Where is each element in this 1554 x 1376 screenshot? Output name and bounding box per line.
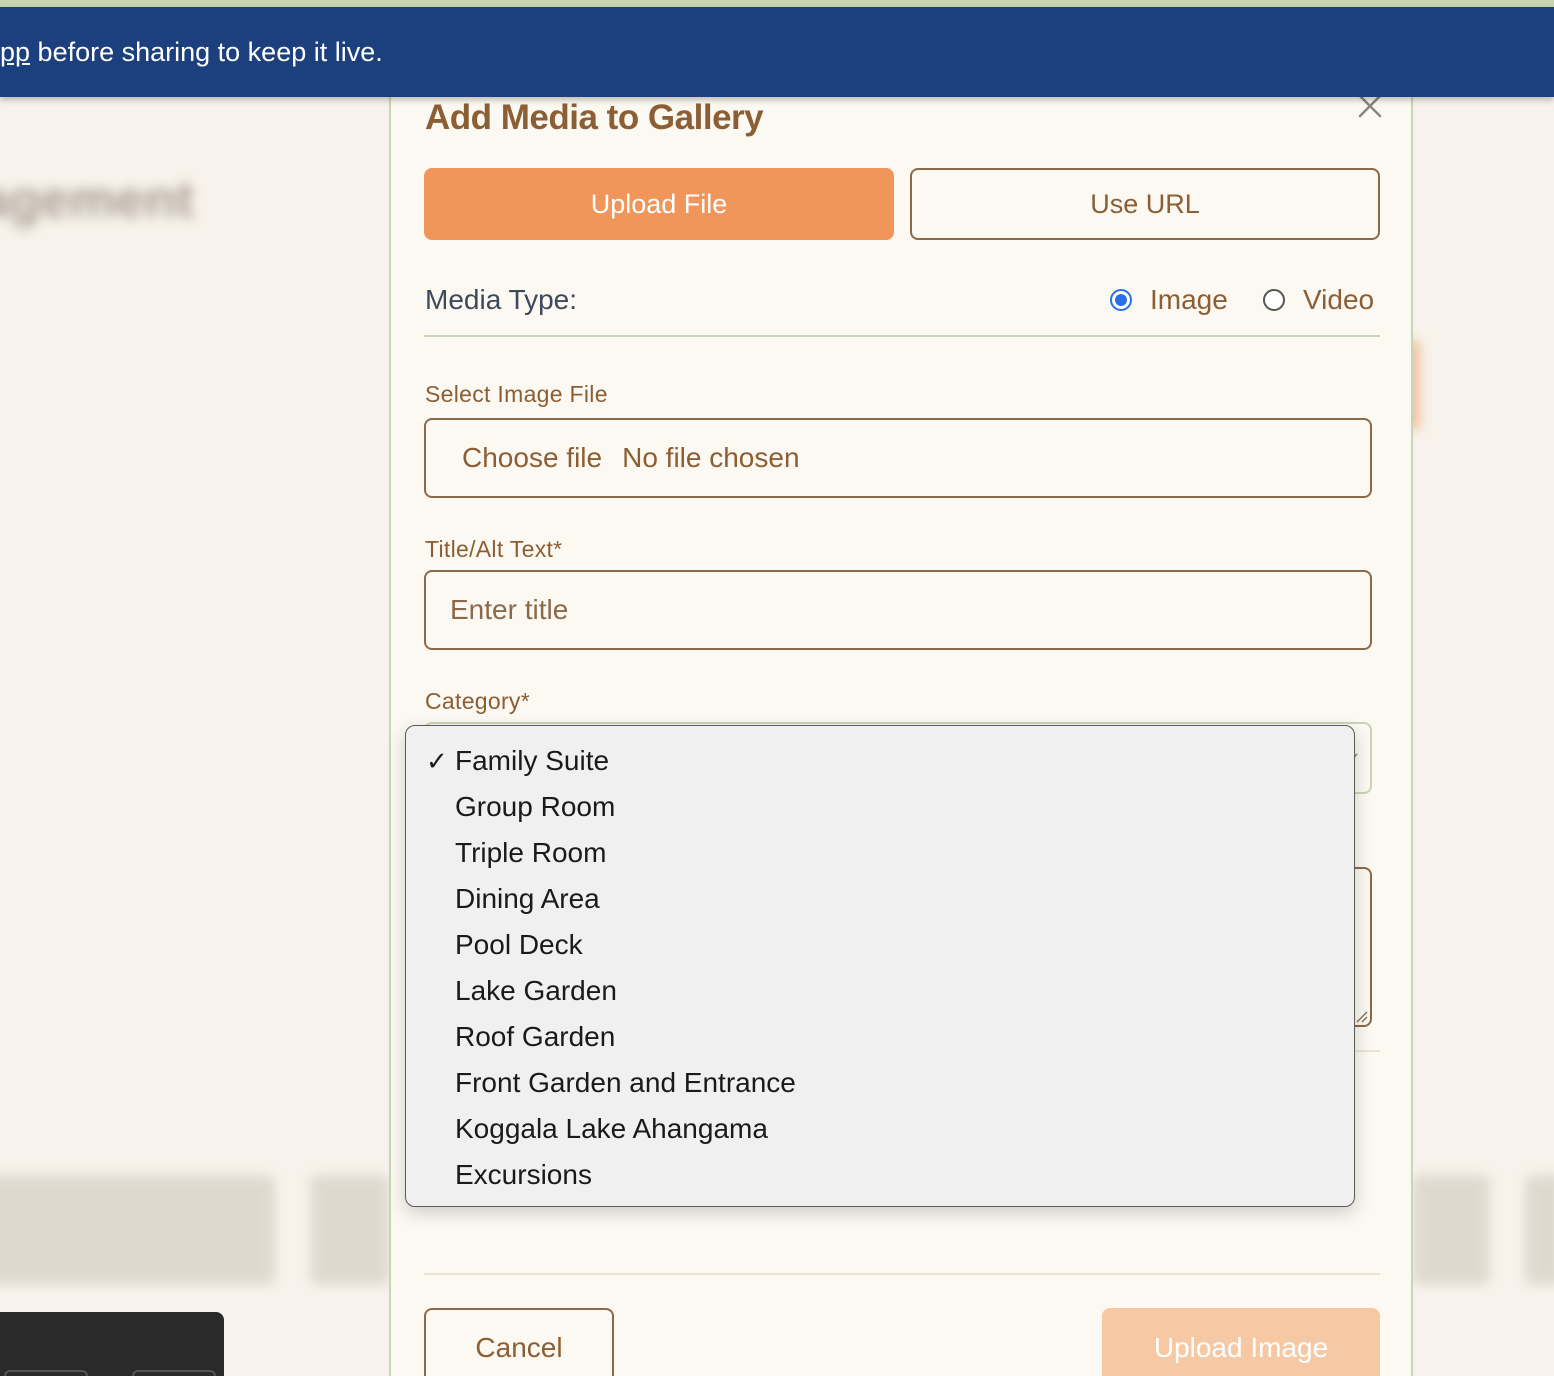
top-strip <box>0 0 1554 7</box>
category-option[interactable]: Koggala Lake Ahangama <box>406 1106 1354 1152</box>
category-option[interactable]: Roof Garden <box>406 1014 1354 1060</box>
category-option[interactable]: Pool Deck <box>406 922 1354 968</box>
background-heading: agement <box>0 171 194 229</box>
file-status-text: No file chosen <box>622 442 800 473</box>
background-card <box>1412 1175 1490 1285</box>
banner-message: pp before sharing to keep it live. <box>0 37 383 68</box>
category-label: Category* <box>425 688 530 714</box>
upload-image-button[interactable]: Upload Image <box>1102 1308 1380 1376</box>
media-type-video-radio[interactable]: Video <box>1263 284 1374 316</box>
radio-label-image: Image <box>1150 284 1228 315</box>
category-option[interactable]: Triple Room <box>406 830 1354 876</box>
title-input[interactable] <box>424 570 1372 650</box>
banner-text: before sharing to keep it live. <box>30 37 383 67</box>
title-alt-text-label: Title/Alt Text* <box>425 536 563 562</box>
modal-title: Add Media to Gallery <box>425 98 764 137</box>
background-card <box>1525 1175 1554 1285</box>
category-option[interactable]: Excursions <box>406 1152 1354 1198</box>
upload-file-tab[interactable]: Upload File <box>424 168 894 240</box>
radio-unchecked-icon[interactable] <box>1263 289 1285 311</box>
resize-handle-icon[interactable] <box>1354 1009 1368 1023</box>
notification-banner: pp before sharing to keep it live. <box>0 7 1554 97</box>
category-option[interactable]: Dining Area <box>406 876 1354 922</box>
category-option[interactable]: Front Garden and Entrance <box>406 1060 1354 1106</box>
select-image-file-label: Select Image File <box>425 381 608 407</box>
banner-link[interactable]: pp <box>0 37 30 67</box>
category-option[interactable]: ✓ Family Suite <box>406 738 1354 784</box>
radio-checked-icon[interactable] <box>1110 289 1132 311</box>
background-card <box>0 1175 275 1285</box>
choose-file-button[interactable]: Choose file <box>462 442 602 474</box>
footer-divider <box>424 1273 1380 1275</box>
category-dropdown-list: ✓ Family Suite Group Room Triple Room Di… <box>405 725 1355 1207</box>
background-dark-panel <box>0 1312 224 1376</box>
media-type-image-radio[interactable]: Image <box>1110 284 1228 316</box>
checkmark-icon: ✓ <box>426 746 448 776</box>
file-input[interactable]: Choose file No file chosen <box>424 418 1372 498</box>
divider <box>424 335 1380 337</box>
cancel-button[interactable]: Cancel <box>424 1308 614 1376</box>
background-card <box>310 1175 390 1285</box>
category-option[interactable]: Group Room <box>406 784 1354 830</box>
media-type-label: Media Type: <box>425 284 578 315</box>
category-option[interactable]: Lake Garden <box>406 968 1354 1014</box>
option-label: Family Suite <box>455 745 610 776</box>
radio-label-video: Video <box>1303 284 1375 315</box>
use-url-tab[interactable]: Use URL <box>910 168 1380 240</box>
